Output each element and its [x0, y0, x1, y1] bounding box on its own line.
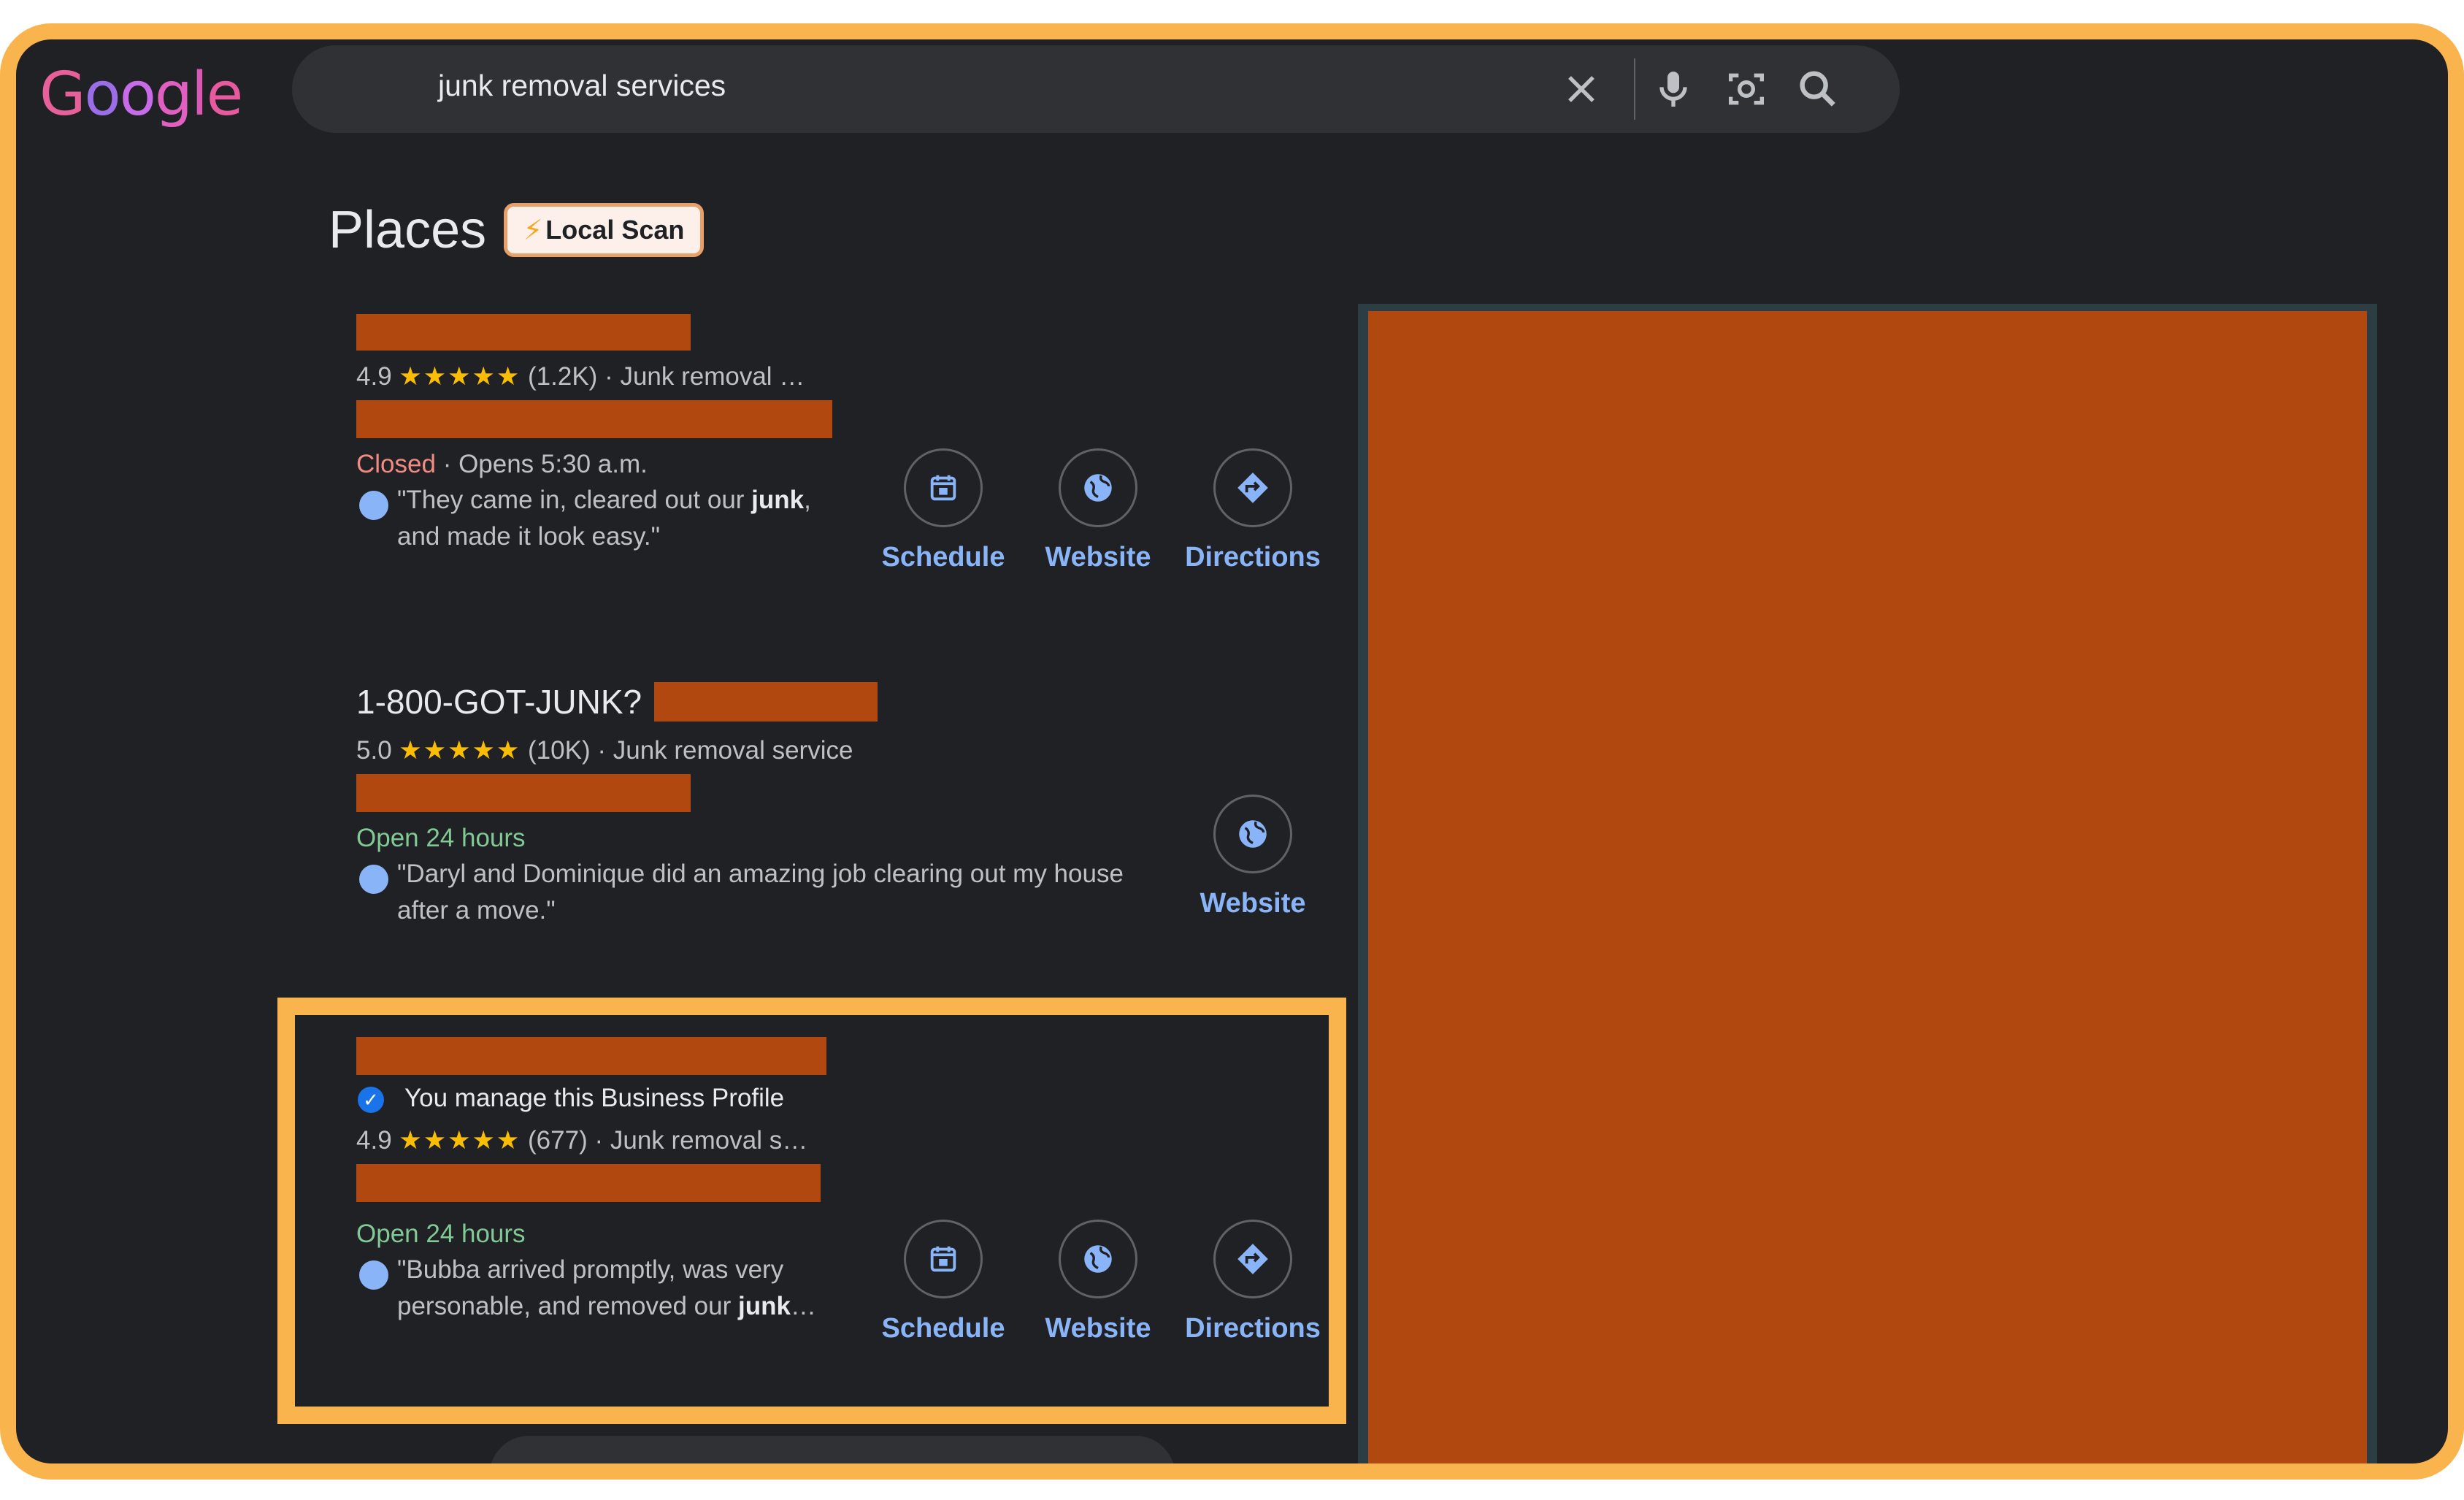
- globe-icon: [1084, 1245, 1112, 1273]
- website-button[interactable]: Website: [1025, 448, 1171, 573]
- redacted-address: [356, 400, 832, 438]
- clear-icon[interactable]: [1558, 66, 1605, 112]
- search-icon[interactable]: [1795, 66, 1841, 112]
- redacted-address: [356, 774, 691, 812]
- places-heading: Places: [329, 201, 487, 259]
- directions-icon: [1237, 1244, 1268, 1274]
- rating-stars: ★★★★★: [399, 1126, 521, 1155]
- globe-icon: [1239, 820, 1267, 848]
- listing-rating-line: 4.9 ★★★★★ (1.2K) · Junk removal …: [356, 362, 805, 391]
- local-scan-label: Local Scan: [545, 215, 685, 245]
- schedule-button[interactable]: Schedule: [870, 1220, 1016, 1344]
- redacted-business-name: [356, 1037, 826, 1075]
- listing-name[interactable]: 1-800-GOT-JUNK?: [356, 682, 642, 722]
- google-logo[interactable]: Google: [39, 60, 243, 129]
- redacted-map: [1368, 311, 2367, 1463]
- divider-line: [1174, 1472, 1324, 1474]
- more-places-label: More places: [733, 1460, 894, 1480]
- website-button[interactable]: Website: [1025, 1220, 1171, 1344]
- redacted-name-suffix: [654, 682, 878, 722]
- directions-button[interactable]: Directions: [1180, 448, 1326, 573]
- listing-review-snippet: "Bubba arrived promptly, was very person…: [397, 1255, 816, 1320]
- listing-rating-line: 5.0 ★★★★★ (10K) · Junk removal service: [356, 736, 853, 765]
- rating-stars: ★★★★★: [399, 736, 521, 765]
- managed-profile-label: You manage this Business Profile: [404, 1084, 785, 1112]
- reviewer-avatar-icon: [359, 491, 388, 520]
- screenshot-frame: Google junk removal services Places ⚡ Lo…: [0, 23, 2464, 1480]
- listing-review-snippet: "They came in, cleared out our junk, and…: [397, 486, 811, 551]
- redacted-business-name: [356, 314, 691, 351]
- search-bar[interactable]: junk removal services: [292, 45, 1900, 133]
- redacted-address: [356, 1164, 821, 1202]
- listing-hours: Open 24 hours: [356, 824, 526, 852]
- rating-stars: ★★★★★: [399, 362, 521, 391]
- listing-hours: Open 24 hours: [356, 1220, 526, 1248]
- camera-search-icon[interactable]: [1723, 66, 1770, 112]
- globe-icon: [1084, 474, 1112, 502]
- more-places-button[interactable]: More places: [489, 1436, 1175, 1480]
- verified-badge-icon: ✓: [358, 1087, 384, 1113]
- directions-icon: [1237, 472, 1268, 503]
- calendar-icon: [930, 1246, 956, 1272]
- local-scan-button[interactable]: ⚡ Local Scan: [504, 203, 704, 257]
- chevron-right-icon: [911, 1466, 932, 1480]
- listing-review-snippet: "Daryl and Dominique did an amazing job …: [397, 860, 1124, 925]
- listing-rating-line: 4.9 ★★★★★ (677) · Junk removal s…: [356, 1126, 808, 1155]
- reviewer-avatar-icon: [359, 865, 388, 894]
- reviewer-avatar-icon: [359, 1260, 388, 1290]
- search-divider: [1634, 58, 1635, 120]
- search-input[interactable]: junk removal services: [438, 69, 726, 103]
- listing-hours: Closed · Opens 5:30 a.m.: [356, 450, 648, 478]
- schedule-button[interactable]: Schedule: [870, 448, 1016, 573]
- microphone-icon[interactable]: [1650, 66, 1697, 112]
- calendar-icon: [930, 475, 956, 501]
- website-button[interactable]: Website: [1180, 795, 1326, 919]
- divider-line: [329, 1472, 491, 1474]
- lightning-icon: ⚡: [523, 215, 543, 246]
- directions-button[interactable]: Directions: [1180, 1220, 1326, 1344]
